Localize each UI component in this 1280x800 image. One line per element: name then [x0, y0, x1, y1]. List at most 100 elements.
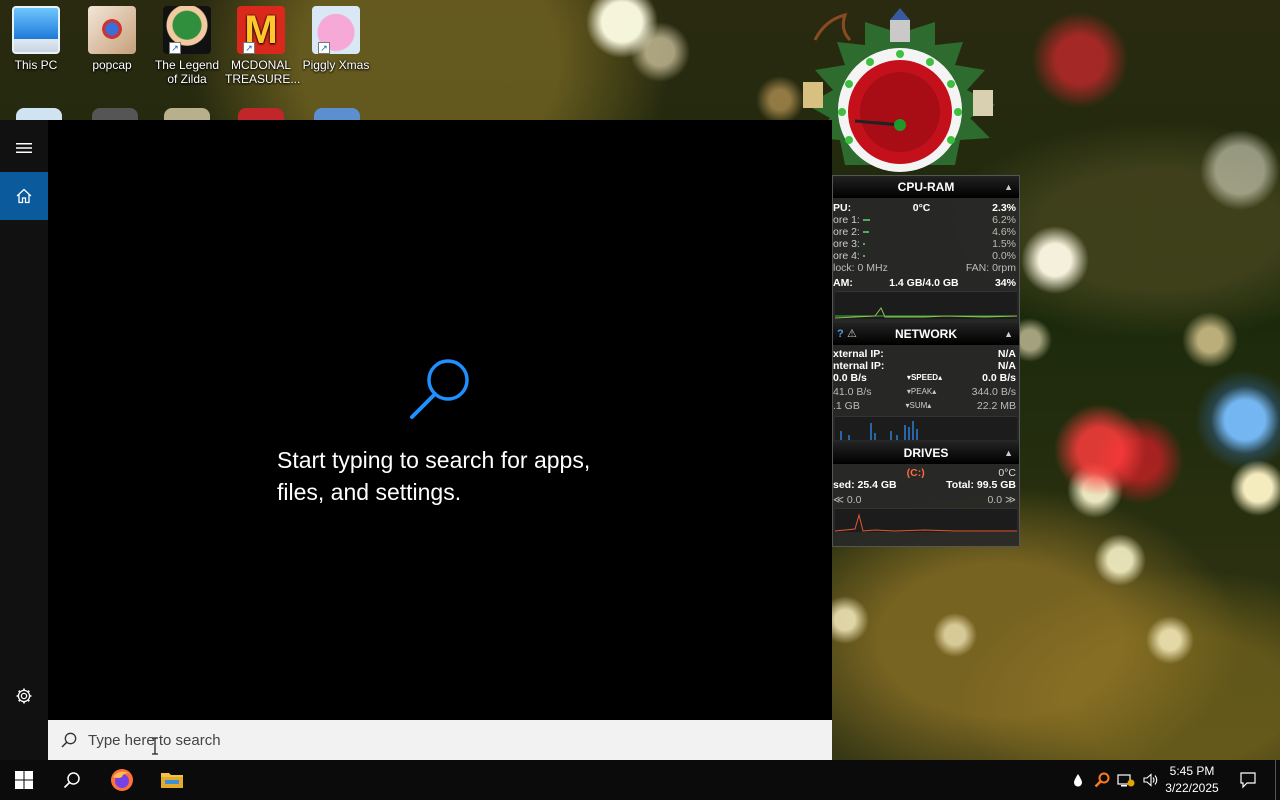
ram-label: AM: [833, 277, 853, 289]
search-box[interactable] [48, 720, 832, 760]
core-percent: 1.5% [992, 238, 1016, 250]
external-ip-label: xternal IP: [833, 348, 884, 360]
desktop-icon-partial[interactable] [92, 108, 138, 120]
core-percent: 6.2% [992, 214, 1016, 226]
desktop-icon-zelda[interactable]: ↗ The Legend of Zilda [151, 6, 223, 86]
core-label: ore 4: [833, 250, 860, 262]
upload-speed: 0.0 B/s [982, 372, 1016, 384]
internal-ip-label: nternal IP: [833, 360, 885, 372]
network-icon [1117, 774, 1135, 787]
taskbar-app-file-explorer[interactable] [148, 760, 196, 800]
drive-usage-row: sed: 25.4 GB Total: 99.5 GB [833, 479, 1019, 491]
cpu-temp: 0°C [912, 202, 931, 214]
start-rail [0, 120, 48, 760]
desktop-icon-partial[interactable] [238, 108, 284, 120]
external-ip-row: xternal IP: N/A [833, 348, 1019, 360]
desktop-icon-popcap[interactable]: popcap [76, 6, 148, 72]
tray-search-button[interactable] [1090, 760, 1114, 800]
desktop-icon-partial[interactable] [16, 108, 62, 120]
search-magnifier-icon [410, 359, 469, 419]
desktop-icon-this-pc[interactable]: This PC [0, 6, 72, 72]
upload-peak: 344.0 B/s [971, 386, 1016, 398]
show-desktop-button[interactable] [1275, 760, 1280, 800]
cpu-label: PU: [833, 202, 852, 214]
drive-write: 0.0 [987, 494, 1003, 506]
search-input[interactable] [88, 721, 788, 759]
taskbar-search-button[interactable] [48, 760, 96, 800]
cpu-percent: 2.3% [992, 202, 1016, 214]
drive-letter: (C:) [906, 467, 925, 479]
collapse-chevron-icon[interactable]: ▲ [1004, 176, 1013, 198]
drive-header-row: (C:) 0°C [833, 467, 1019, 479]
file-explorer-icon [161, 773, 183, 788]
tray-time: 5:45 PM [1169, 764, 1215, 778]
home-icon [16, 188, 32, 204]
tray-clock[interactable]: 5:45 PM 3/22/2025 [1160, 763, 1224, 797]
home-button[interactable] [0, 172, 48, 220]
core-row: ore 2: 4.6% [833, 226, 1019, 238]
core-row: ore 3: 1.5% [833, 238, 1019, 250]
core-label: ore 2: [833, 226, 860, 238]
warning-icon: ⚠ [847, 328, 857, 340]
collapse-chevron-icon[interactable]: ▲ [1004, 442, 1013, 464]
taskbar-app-firefox[interactable] [98, 760, 146, 800]
ram-percent: 34% [994, 277, 1016, 289]
volume-icon [1143, 773, 1158, 787]
system-monitor-gadget[interactable]: CPU-RAM ▲ PU: 0°C 2.3% ore 1: 6.2% ore 2… [832, 175, 1020, 547]
action-center-button[interactable] [1228, 760, 1268, 800]
desktop-icon-mcdonalds[interactable]: ↗ MCDONAL TREASURE... [225, 6, 301, 86]
tray-drop-button[interactable] [1066, 760, 1090, 800]
sum-tag: SUM [909, 401, 928, 410]
cpu-clock: lock: 0 MHz [833, 262, 888, 274]
gear-icon [16, 688, 32, 704]
core-label: ore 3: [833, 238, 860, 250]
taskbar: 5:45 PM 3/22/2025 [0, 760, 1280, 800]
expand-menu-button[interactable] [0, 124, 48, 172]
start-button[interactable] [0, 760, 48, 800]
internal-ip-value: N/A [997, 360, 1016, 372]
firefox-icon [111, 769, 133, 791]
help-icon[interactable]: ? [837, 323, 844, 345]
collapse-chevron-icon[interactable]: ▲ [1004, 323, 1013, 345]
desktop-icon-label: MCDONAL TREASURE... [225, 58, 301, 86]
core-row: ore 4: 0.0% [833, 250, 1019, 262]
desktop-icon-label: This PC [14, 58, 58, 72]
upload-sum: 22.2 MB [976, 400, 1016, 412]
desktop-icon-partial[interactable] [164, 108, 210, 120]
tray-network-button[interactable] [1114, 760, 1138, 800]
settings-button[interactable] [0, 672, 48, 720]
mcdonalds-icon: ↗ [237, 6, 285, 54]
clock-fan-row: lock: 0 MHz FAN: 0rpm [833, 262, 1019, 274]
ram-value: 1.4 GB/4.0 GB [889, 277, 959, 289]
speed-tag: SPEED [910, 373, 939, 382]
cpu-ram-header[interactable]: CPU-RAM ▲ [833, 176, 1019, 198]
ram-row: AM: 1.4 GB/4.0 GB 34% [833, 277, 1019, 289]
cpu-row: PU: 0°C 2.3% [833, 202, 1019, 214]
desktop-icon-label: Piggly Xmas [302, 58, 370, 72]
desktop-icon-partial[interactable] [314, 108, 360, 120]
search-icon [61, 732, 77, 748]
drive-io-row: ≪ 0.0 0.0 ≫ [833, 494, 1016, 506]
download-peak: 41.0 B/s [833, 386, 872, 398]
download-speed: 0.0 B/s [833, 372, 867, 384]
fan-speed: FAN: 0rpm [965, 262, 1016, 274]
core-usage-bar [862, 219, 870, 222]
piggly-xmas-icon: ↗ [312, 6, 360, 54]
windows-logo-icon [15, 771, 33, 789]
core-usage-bar [862, 243, 865, 246]
desktop-icon-piggly-xmas[interactable]: ↗ Piggly Xmas [300, 6, 372, 72]
this-pc-icon [12, 6, 60, 54]
network-header[interactable]: ? ⚠ NETWORK ▲ [833, 323, 1019, 345]
search-hero: Start typing to search for apps, files, … [48, 120, 832, 720]
shortcut-arrow-icon: ↗ [169, 42, 181, 54]
search-icon [63, 772, 80, 789]
drive-used: sed: 25.4 GB [833, 479, 897, 491]
network-title: NETWORK [895, 327, 957, 341]
desktop-icon-label: popcap [92, 58, 132, 72]
popcap-icon [88, 6, 136, 54]
peak-tag: PEAK [910, 387, 933, 396]
search-hint-text: Start typing to search for apps, files, … [277, 447, 591, 505]
drive-graph [835, 508, 1017, 532]
drive-temp: 0°C [998, 467, 1016, 479]
drives-header[interactable]: DRIVES ▲ [833, 442, 1019, 464]
